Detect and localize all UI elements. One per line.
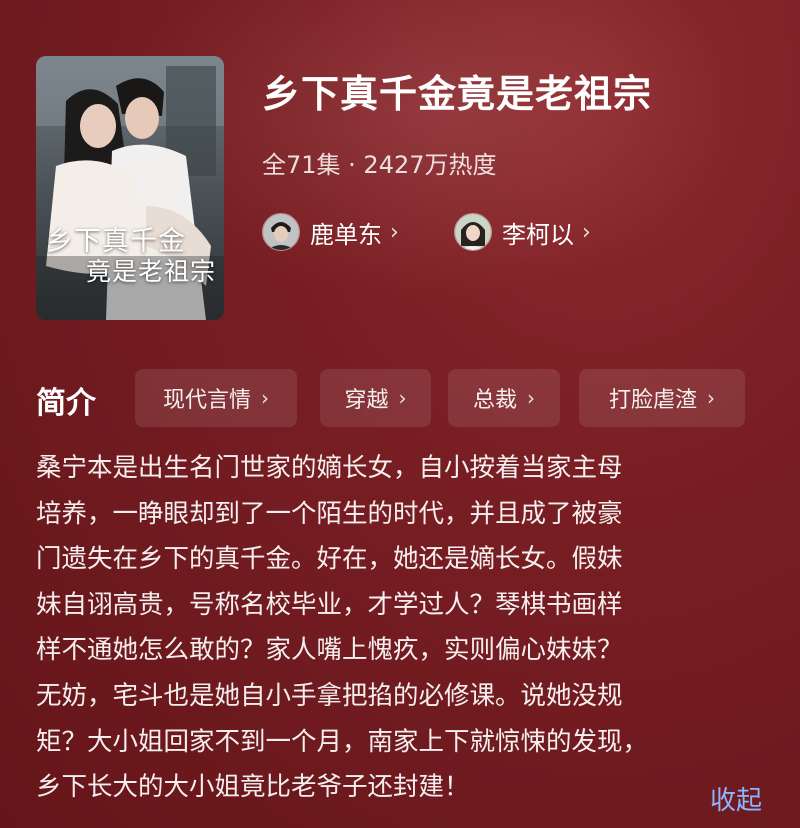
synopsis-line: 乡下长大的大小姐竟比老爷子还封建！ bbox=[36, 772, 470, 803]
tag-modern-romance[interactable]: 现代言情 › bbox=[135, 369, 297, 427]
synopsis-line: 妹自诩高贵，号称名校毕业，才学过人？琴棋书画样 bbox=[36, 589, 623, 620]
actor-name: 李柯以 bbox=[502, 220, 574, 249]
drama-title: 乡下真千金竟是老祖宗 bbox=[262, 72, 653, 116]
drama-meta: 全71集 · 2427万热度 bbox=[262, 151, 497, 179]
chevron-right-icon: › bbox=[261, 386, 269, 410]
avatar bbox=[262, 213, 300, 251]
poster-title-line2: 竟是老祖宗 bbox=[86, 257, 217, 286]
synopsis-line: 门遗失在乡下的真千金。好在，她还是嫡长女。假妹 bbox=[36, 544, 623, 575]
actor-link-2[interactable]: 李柯以 › bbox=[454, 212, 591, 252]
poster-title: 乡下真千金 竟是老祖宗 bbox=[46, 228, 216, 284]
tag-label: 穿越 bbox=[344, 388, 389, 413]
synopsis-line: 样不通她怎么敢的？家人嘴上愧疚，实则偏心妹妹？ bbox=[36, 635, 623, 666]
intro-heading: 简介 bbox=[36, 386, 96, 421]
chevron-right-icon: › bbox=[390, 219, 399, 245]
synopsis-text: 桑宁本是出生名门世家的嫡长女，自小按着当家主母 培养，一睁眼却到了一个陌生的时代… bbox=[36, 446, 772, 811]
collapse-button[interactable]: 收起 bbox=[710, 780, 762, 817]
tag-label: 总裁 bbox=[472, 388, 517, 413]
chevron-right-icon: › bbox=[527, 386, 535, 410]
tag-label: 打脸虐渣 bbox=[608, 388, 697, 413]
actor-name: 鹿单东 bbox=[310, 220, 382, 249]
tag-ceo[interactable]: 总裁 › bbox=[448, 369, 560, 427]
synopsis-line: 桑宁本是出生名门世家的嫡长女，自小按着当家主母 bbox=[36, 453, 623, 483]
tag-face-slapping[interactable]: 打脸虐渣 › bbox=[579, 369, 745, 427]
chevron-right-icon: › bbox=[707, 386, 715, 410]
synopsis-line: 无妨，宅斗也是她自小手拿把掐的必修课。说她没规 bbox=[36, 680, 623, 711]
synopsis-line: 矩？大小姐回家不到一个月，南家上下就惊悚的发现， bbox=[36, 726, 649, 757]
chevron-right-icon: › bbox=[582, 219, 591, 245]
actor-link-1[interactable]: 鹿单东 › bbox=[262, 212, 399, 252]
tag-time-travel[interactable]: 穿越 › bbox=[320, 369, 431, 427]
chevron-right-icon: › bbox=[398, 386, 407, 410]
drama-poster[interactable]: 乡下真千金 竟是老祖宗 bbox=[36, 56, 224, 320]
avatar bbox=[454, 213, 492, 251]
synopsis-line: 培养，一睁眼却到了一个陌生的时代，并且成了被豪 bbox=[36, 498, 623, 529]
poster-title-line1: 乡下真千金 bbox=[46, 226, 186, 257]
tag-label: 现代言情 bbox=[162, 388, 251, 413]
